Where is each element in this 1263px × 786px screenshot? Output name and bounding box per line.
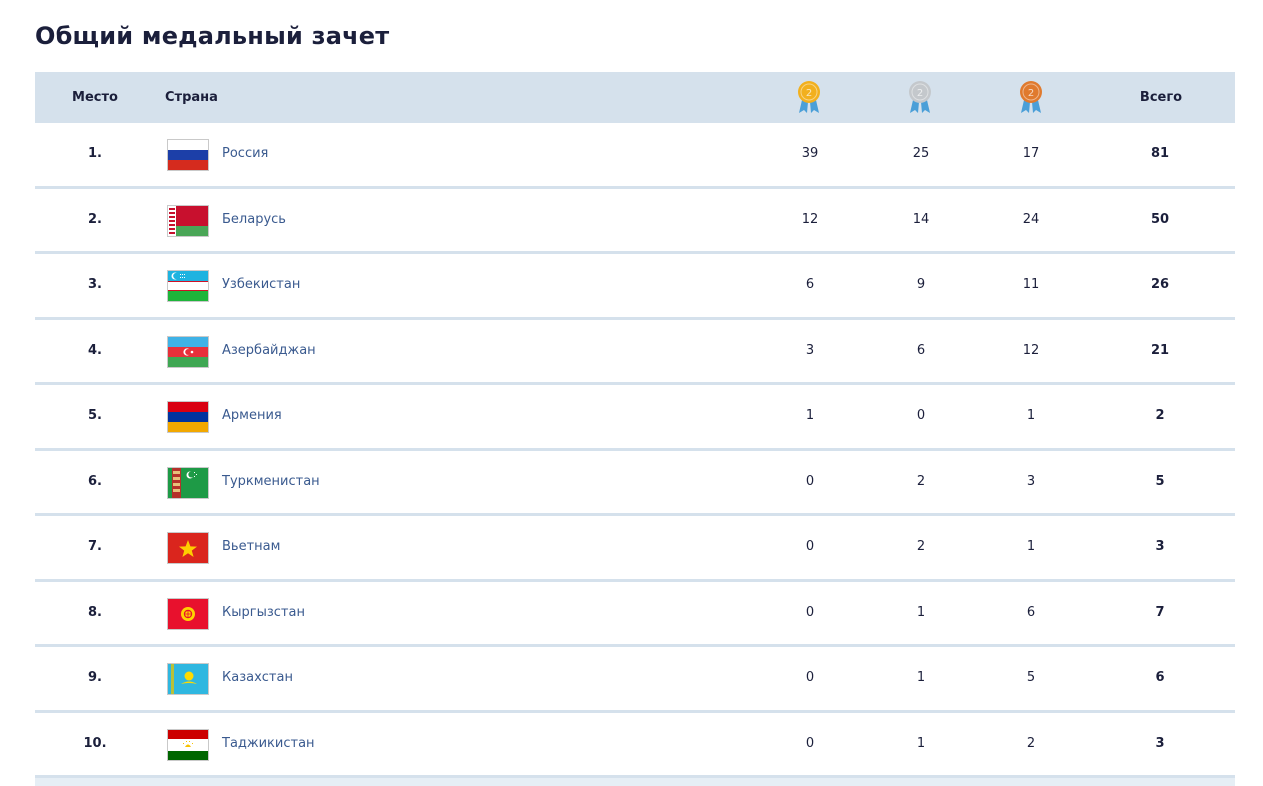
silver-count: 2 [916,473,926,489]
table-row: 10. Таджикистан 0 1 2 3 [35,713,1235,778]
place-cell: 5. [88,408,102,423]
total-count: 3 [1155,539,1165,554]
belarus-flag-icon [167,204,209,237]
place-cell: 10. [83,735,107,751]
armenia-flag-icon [167,401,209,433]
silver-count: 25 [912,146,930,161]
kyrgyzstan-flag-icon [167,597,209,630]
bronze-count: 1 [1026,408,1036,423]
table-row: 2. Беларусь 12 14 24 50 [35,189,1235,254]
gold-count: 0 [805,670,815,685]
total-count: 81 [1150,146,1170,161]
bronze-count: 11 [1022,277,1040,292]
table-header: Место Страна 2 2 2 Всего [35,72,1235,123]
country-link[interactable]: Казахстан [222,647,293,710]
svg-text:2: 2 [1028,88,1034,99]
place-cell: 4. [88,342,102,358]
medal-table: Место Страна 2 2 2 Всего 1. Россия 39 25 17 8… [35,72,1235,786]
total-count: 6 [1155,670,1165,685]
gold-count: 12 [801,211,819,227]
gold-count: 1 [805,408,815,423]
column-header-country: Страна [165,90,218,105]
bronze-count: 2 [1026,735,1036,751]
russia-flag-icon [167,139,209,171]
gold-count: 0 [805,473,815,489]
silver-medal-icon: 2 [907,80,933,114]
svg-text:2: 2 [917,88,923,99]
uzbekistan-flag-icon [167,270,209,302]
kazakhstan-flag-icon [167,663,209,695]
table-row: 3. Узбекистан 6 9 11 26 [35,254,1235,320]
gold-medal-icon: 2 [796,80,822,114]
table-row: 9. Казахстан 0 1 5 6 [35,647,1235,713]
svg-text:2: 2 [806,88,812,99]
total-count: 50 [1150,211,1170,227]
country-link[interactable]: Армения [222,385,282,448]
total-count: 26 [1150,277,1170,292]
table-row: 5. Армения 1 0 1 2 [35,385,1235,451]
total-count: 3 [1155,735,1165,751]
bronze-count: 3 [1026,473,1036,489]
table-row: 8. Кыргызстан 0 1 6 7 [35,582,1235,647]
total-count: 2 [1155,408,1165,423]
bronze-count: 24 [1022,211,1040,227]
place-cell: 3. [88,277,102,292]
country-link[interactable]: Вьетнам [222,516,280,579]
country-link[interactable]: Кыргызстан [222,582,305,645]
country-link[interactable]: Азербайджан [222,320,316,383]
table-body: 1. Россия 39 25 17 81 2. Беларусь 12 14 24 50 3. Узбе… [35,123,1235,778]
silver-count: 2 [916,539,926,554]
table-footer-strip [35,778,1235,786]
place-cell: 7. [88,539,102,554]
country-link[interactable]: Беларусь [222,189,286,252]
bronze-count: 6 [1026,604,1036,620]
column-header-place: Место [72,90,118,105]
bronze-count: 1 [1026,539,1036,554]
country-link[interactable]: Таджикистан [222,713,315,776]
gold-count: 39 [801,146,819,161]
place-cell: 2. [88,211,102,227]
silver-count: 0 [916,408,926,423]
silver-count: 9 [916,277,926,292]
table-row: 6. Туркменистан 0 2 3 5 [35,451,1235,516]
total-count: 5 [1155,473,1165,489]
bronze-count: 12 [1022,342,1040,358]
table-row: 7. Вьетнам 0 2 1 3 [35,516,1235,582]
total-count: 21 [1150,342,1170,358]
column-header-total: Всего [1139,90,1183,105]
place-cell: 9. [88,670,102,685]
bronze-medal-icon: 2 [1018,80,1044,114]
table-row: 1. Россия 39 25 17 81 [35,123,1235,189]
country-link[interactable]: Туркменистан [222,451,320,514]
azerbaijan-flag-icon [167,335,209,368]
silver-count: 14 [912,211,930,227]
tajikistan-flag-icon [167,728,209,761]
place-cell: 1. [88,146,102,161]
table-row: 4. Азербайджан 3 6 12 21 [35,320,1235,385]
bronze-count: 5 [1026,670,1036,685]
gold-count: 0 [805,539,815,554]
turkmenistan-flag-icon [167,466,209,499]
gold-count: 6 [805,277,815,292]
bronze-count: 17 [1022,146,1040,161]
vietnam-flag-icon [167,532,209,564]
gold-count: 0 [805,735,815,751]
silver-count: 1 [916,604,926,620]
place-cell: 6. [88,473,102,489]
country-link[interactable]: Узбекистан [222,254,300,317]
silver-count: 6 [916,342,926,358]
total-count: 7 [1155,604,1165,620]
silver-count: 1 [916,735,926,751]
place-cell: 8. [88,604,102,620]
silver-count: 1 [916,670,926,685]
page-title: Общий медальный зачет [35,22,390,50]
gold-count: 0 [805,604,815,620]
gold-count: 3 [805,342,815,358]
country-link[interactable]: Россия [222,123,268,186]
